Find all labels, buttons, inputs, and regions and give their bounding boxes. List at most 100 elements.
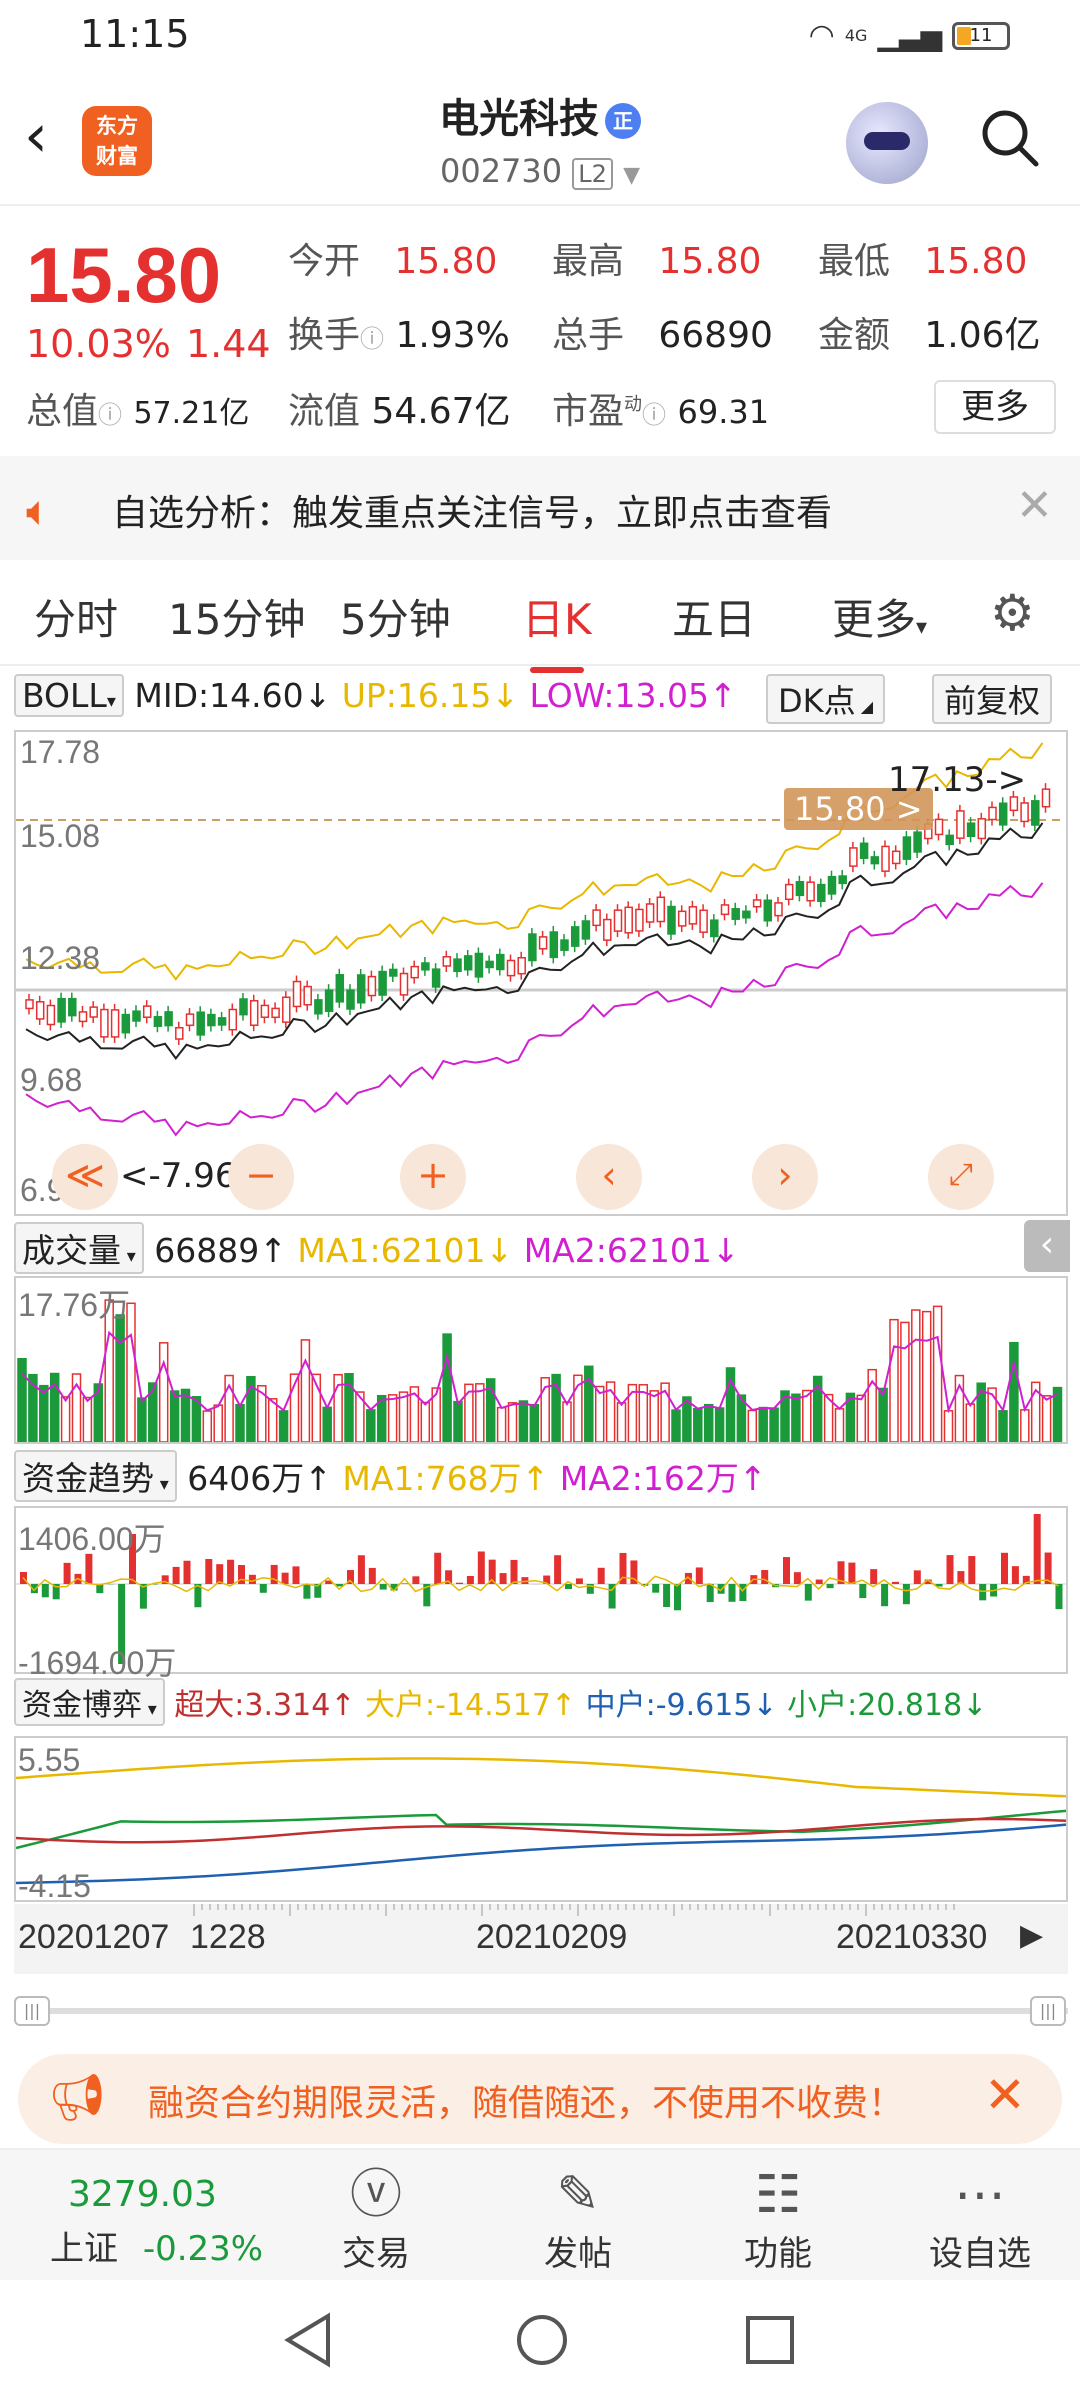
tab-daily-k[interactable]: 日K bbox=[522, 586, 592, 673]
gear-icon[interactable]: ⚙ bbox=[990, 584, 1035, 642]
volume-bar bbox=[202, 1410, 213, 1442]
slider-right-handle[interactable]: ||| bbox=[1030, 1996, 1066, 2026]
volume-bar bbox=[900, 1321, 910, 1442]
bottom-nav: 3279.03 上证 -0.23% ⓥ 交易 ✎ 发帖 ☷ 功能 ⋯ 设自选 bbox=[0, 2148, 1080, 2280]
candle-body bbox=[303, 985, 312, 1006]
fund-bar bbox=[695, 1567, 703, 1584]
fund-bar bbox=[1011, 1566, 1019, 1584]
fund-bar bbox=[456, 1582, 463, 1584]
level2-badge[interactable]: L2 bbox=[572, 158, 613, 190]
fullscreen-icon[interactable]: ⤢ bbox=[928, 1144, 994, 1210]
volume-bar bbox=[594, 1385, 605, 1442]
volume-bar bbox=[420, 1401, 431, 1442]
system-home-icon[interactable] bbox=[514, 2312, 570, 2368]
volume-chart[interactable]: 17.76万 bbox=[14, 1276, 1068, 1444]
tab-five-day[interactable]: 五日 bbox=[672, 586, 756, 647]
volume-y-label: 17.76万 bbox=[18, 1287, 131, 1323]
collapse-panel-icon[interactable]: ‹ bbox=[1024, 1220, 1070, 1272]
date-label-2: 1228 bbox=[190, 1918, 266, 1956]
robot-assistant-icon[interactable] bbox=[846, 102, 928, 184]
prev-icon[interactable]: ‹ bbox=[576, 1144, 642, 1210]
candle-body bbox=[314, 999, 323, 1015]
next-icon[interactable]: › bbox=[752, 1144, 818, 1210]
dropdown-icon[interactable]: ▼ bbox=[623, 163, 640, 188]
candle-body bbox=[720, 904, 730, 916]
volume-bar bbox=[442, 1333, 452, 1442]
close-icon[interactable]: ✕ bbox=[1016, 480, 1053, 531]
fund-bar bbox=[859, 1584, 867, 1599]
slider-left-handle[interactable]: ||| bbox=[14, 1996, 50, 2026]
fund-bar bbox=[946, 1555, 954, 1584]
tab-5min[interactable]: 5分钟 bbox=[340, 586, 451, 647]
ad-banner[interactable]: 📢︎ 融资合约期限灵活，随借随还，不使用不收费！ ✕ bbox=[18, 2054, 1062, 2144]
fund-bar bbox=[401, 1583, 409, 1584]
y-label-top: 17.78 bbox=[20, 734, 101, 770]
range-slider[interactable]: ||| ||| bbox=[14, 1996, 1068, 2026]
fund-bar bbox=[41, 1584, 49, 1598]
fund-game-chart[interactable]: 5.55 -4.15 bbox=[14, 1736, 1068, 1904]
fund-trend-chart[interactable]: 1406.00万 -1694.00万 bbox=[14, 1506, 1068, 1681]
fund-bar bbox=[281, 1572, 289, 1584]
candle-body bbox=[46, 1004, 56, 1026]
zoom-out-icon[interactable]: ≪ bbox=[52, 1144, 118, 1210]
boll-indicator-bar: BOLL▾ MID:14.60↓ UP:16.15↓ LOW:13.05↑ bbox=[14, 674, 737, 722]
candle-body bbox=[463, 955, 473, 971]
adjust-button[interactable]: 前复权 bbox=[932, 674, 1053, 724]
candle-body bbox=[175, 1027, 184, 1040]
candle-body bbox=[389, 968, 398, 977]
dk-point-button[interactable]: DK点 ◢ bbox=[766, 674, 886, 724]
system-nav-bar bbox=[0, 2280, 1080, 2400]
candle-body bbox=[891, 850, 901, 865]
volume-bar bbox=[398, 1391, 409, 1442]
notice-text[interactable]: 自选分析：触发重点关注信号，立即点击查看 bbox=[112, 484, 832, 536]
volume-bar bbox=[987, 1387, 997, 1442]
volume-bar bbox=[714, 1407, 725, 1442]
candle-body bbox=[592, 909, 601, 927]
volume-bar bbox=[507, 1402, 518, 1442]
plus-icon[interactable]: + bbox=[400, 1144, 466, 1210]
ad-text[interactable]: 融资合约期限灵活，随借随还，不使用不收费！ bbox=[148, 2074, 904, 2126]
fund-trend-indicator-bar: 资金趋势 ▾ 6406万↑ MA1:768万↑ MA2:162万↑ bbox=[14, 1450, 767, 1502]
boll-selector[interactable]: BOLL▾ bbox=[14, 674, 124, 717]
ad-close-icon[interactable]: ✕ bbox=[984, 2066, 1026, 2124]
minus-icon[interactable]: − bbox=[228, 1144, 294, 1210]
volume-bar bbox=[562, 1401, 572, 1442]
nav-trade[interactable]: ⓥ 交易 bbox=[306, 2164, 446, 2275]
tab-intraday[interactable]: 分时 bbox=[34, 586, 118, 647]
fund-game-selector[interactable]: 资金博弈 ▾ bbox=[14, 1678, 165, 1726]
speaker-icon: 🔈︎ bbox=[26, 486, 52, 535]
date-axis: 20201207 1228 20210209 20210330 ▶ bbox=[14, 1904, 1068, 1974]
fund-bar bbox=[63, 1562, 71, 1584]
candle-body bbox=[399, 972, 409, 996]
volume-bar bbox=[496, 1406, 507, 1442]
candle-body bbox=[431, 968, 441, 988]
kline-chart[interactable]: 17.78 15.08 12.38 9.68 6.98 15.80 > 17.1… bbox=[14, 730, 1068, 1216]
system-back-icon[interactable] bbox=[282, 2312, 334, 2368]
volume-selector[interactable]: 成交量 ▾ bbox=[14, 1222, 144, 1274]
volume-bar bbox=[671, 1409, 681, 1442]
nav-watchlist[interactable]: ⋯ 设自选 bbox=[910, 2164, 1050, 2275]
volume-bar bbox=[158, 1342, 169, 1442]
nav-functions[interactable]: ☷ 功能 bbox=[708, 2164, 848, 2275]
candle-body bbox=[517, 957, 526, 975]
index-change: -0.23% bbox=[142, 2229, 264, 2269]
index-widget[interactable]: 3279.03 上证 -0.23% bbox=[50, 2174, 263, 2270]
candle-body bbox=[977, 818, 987, 840]
tab-more[interactable]: 更多▾ bbox=[832, 586, 927, 647]
search-icon[interactable] bbox=[978, 106, 1040, 168]
volume-value: 66889↑ bbox=[154, 1231, 287, 1270]
notice-bar[interactable]: 🔈︎ 自选分析：触发重点关注信号，立即点击查看 ✕ bbox=[0, 456, 1080, 560]
tab-15min[interactable]: 15分钟 bbox=[168, 586, 305, 647]
play-icon[interactable]: ▶ bbox=[1020, 1918, 1043, 1953]
fund-bar bbox=[554, 1555, 562, 1584]
more-button[interactable]: 更多 bbox=[934, 380, 1056, 434]
nav-post[interactable]: ✎ 发帖 bbox=[508, 2164, 648, 2275]
candle-body bbox=[870, 856, 880, 865]
system-recent-icon[interactable] bbox=[744, 2314, 796, 2366]
fund-bar bbox=[674, 1584, 681, 1611]
volume-bar bbox=[17, 1358, 27, 1442]
index-name: 上证 bbox=[50, 2229, 118, 2269]
candle-body bbox=[474, 952, 484, 978]
fund-trend-selector[interactable]: 资金趋势 ▾ bbox=[14, 1450, 177, 1502]
volume-bar bbox=[235, 1403, 245, 1442]
